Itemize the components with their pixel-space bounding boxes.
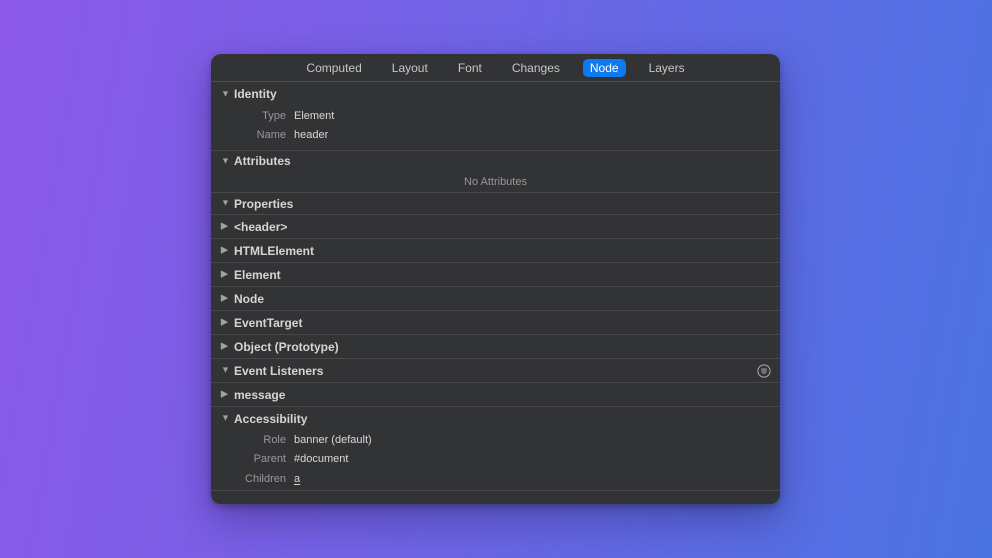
disclosure-triangle-icon[interactable] [221, 294, 234, 303]
section-title: Accessibility [234, 412, 307, 426]
property-group-header-element-tag[interactable]: <header> [211, 214, 780, 238]
disclosure-triangle-icon[interactable] [221, 199, 234, 208]
property-group-label: HTMLElement [234, 244, 314, 258]
disclosure-triangle-icon[interactable] [221, 342, 234, 351]
disclosure-triangle-icon[interactable] [221, 156, 234, 165]
accessibility-role-row: Role banner (default) [211, 430, 780, 449]
property-group-label: Element [234, 268, 281, 282]
field-label: Children [211, 473, 286, 485]
property-group-header-element[interactable]: Element [211, 262, 780, 286]
tab-layout[interactable]: Layout [385, 59, 435, 77]
field-value: Element [294, 110, 334, 122]
section-title: Identity [234, 87, 277, 101]
section-title: Event Listeners [234, 364, 323, 378]
property-group-header-object-prototype[interactable]: Object (Prototype) [211, 334, 780, 358]
disclosure-triangle-icon[interactable] [221, 246, 234, 255]
section-title: Attributes [234, 154, 291, 168]
property-group-label: Object (Prototype) [234, 340, 339, 354]
section-header-identity[interactable]: Identity [211, 82, 780, 106]
panel-bottom-strip [211, 490, 780, 504]
disclosure-triangle-icon[interactable] [221, 89, 234, 98]
property-group-header-htmlelement[interactable]: HTMLElement [211, 238, 780, 262]
filter-circle-icon[interactable] [756, 363, 772, 379]
web-inspector-details-panel: Computed Layout Font Changes Node Layers… [211, 54, 780, 504]
tab-font[interactable]: Font [451, 59, 489, 77]
property-group-header-eventtarget[interactable]: EventTarget [211, 310, 780, 334]
identity-type-row: Type Element [211, 106, 780, 125]
tab-layers[interactable]: Layers [642, 59, 692, 77]
disclosure-triangle-icon[interactable] [221, 222, 234, 231]
field-label: Type [211, 110, 286, 122]
section-title: Properties [234, 197, 293, 211]
identity-name-row: Name header [211, 125, 780, 150]
details-tab-bar: Computed Layout Font Changes Node Layers [211, 54, 780, 82]
disclosure-triangle-icon[interactable] [221, 390, 234, 399]
field-label: Name [211, 129, 286, 141]
event-listener-label: message [234, 388, 285, 402]
section-header-event-listeners[interactable]: Event Listeners [211, 358, 780, 382]
accessibility-parent-row: Parent #document [211, 449, 780, 468]
field-label: Parent [211, 453, 286, 465]
tab-node[interactable]: Node [583, 59, 626, 77]
tab-computed[interactable]: Computed [299, 59, 368, 77]
field-label: Role [211, 434, 286, 446]
accessibility-children-row: Children a [211, 468, 780, 490]
section-header-attributes[interactable]: Attributes [211, 150, 780, 171]
field-value: banner (default) [294, 434, 372, 446]
property-group-header-node[interactable]: Node [211, 286, 780, 310]
event-listener-group-message[interactable]: message [211, 382, 780, 406]
no-attributes-message: No Attributes [211, 171, 780, 192]
disclosure-triangle-icon[interactable] [221, 270, 234, 279]
disclosure-triangle-icon[interactable] [221, 318, 234, 327]
property-group-label: Node [234, 292, 264, 306]
disclosure-triangle-icon[interactable] [221, 366, 234, 375]
property-group-label: EventTarget [234, 316, 302, 330]
disclosure-triangle-icon[interactable] [221, 414, 234, 423]
field-value: header [294, 129, 328, 141]
field-value: #document [294, 453, 348, 465]
children-node-link[interactable]: a [294, 473, 300, 485]
property-group-label: <header> [234, 220, 287, 234]
section-header-accessibility[interactable]: Accessibility [211, 406, 780, 430]
tab-changes[interactable]: Changes [505, 59, 567, 77]
section-header-properties[interactable]: Properties [211, 192, 780, 214]
